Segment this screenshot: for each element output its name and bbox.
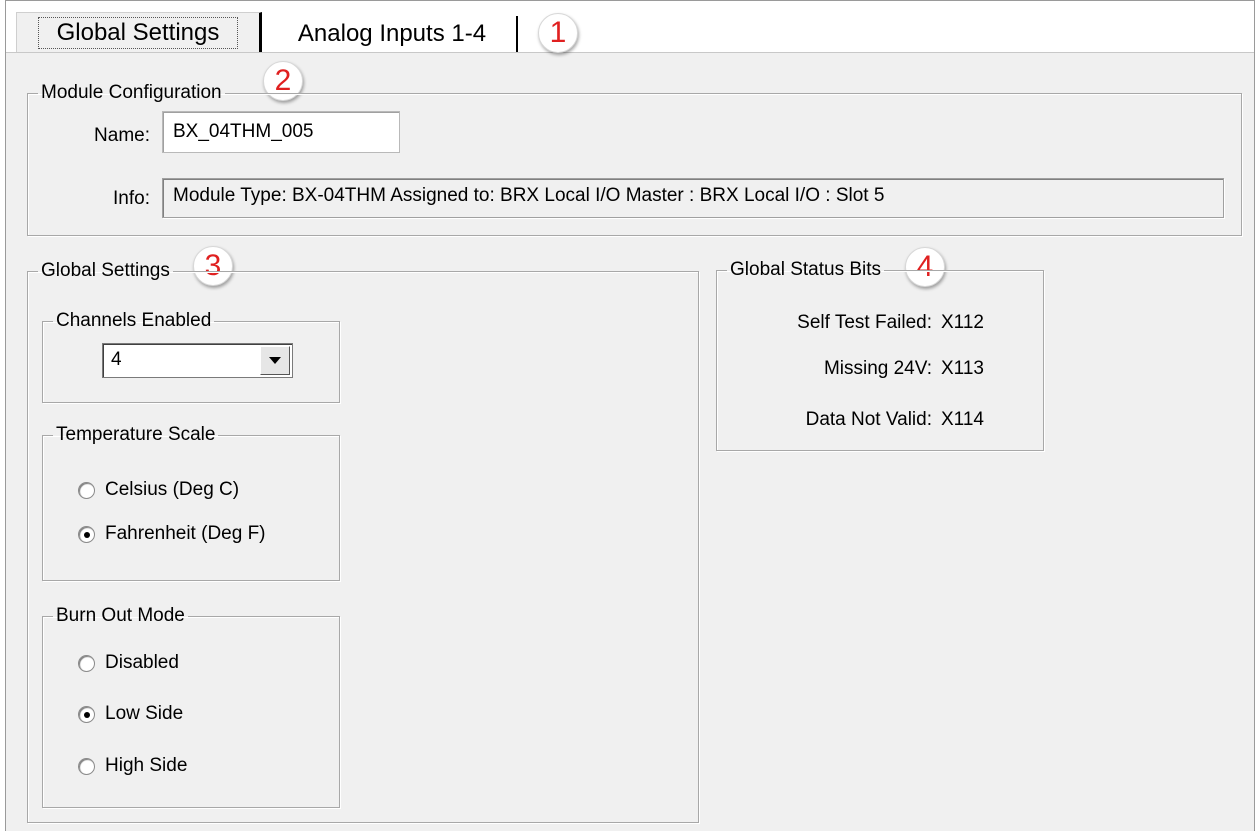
chevron-down-icon <box>269 356 281 364</box>
tab-analog-inputs[interactable]: Analog Inputs 1-4 <box>268 16 518 52</box>
radio-disabled[interactable]: Disabled <box>78 652 179 674</box>
radio-celsius[interactable]: Celsius (Deg C) <box>78 479 239 501</box>
status-label-data-not-valid: Data Not Valid: <box>805 409 932 430</box>
radio-low-side[interactable]: Low Side <box>78 703 183 725</box>
radio-high-side-label: High Side <box>105 755 188 776</box>
tab-global-settings-label: Global Settings <box>37 16 239 49</box>
status-value-self-test: X112 <box>941 312 984 333</box>
module-name-field[interactable]: BX_04THM_005 <box>162 111 400 153</box>
status-label-missing-24v: Missing 24V: <box>823 358 932 379</box>
radio-fahrenheit[interactable]: Fahrenheit (Deg F) <box>78 523 266 545</box>
radio-checked-icon <box>78 525 95 543</box>
global-status-bits-title: Global Status Bits <box>730 259 882 280</box>
radio-low-side-label: Low Side <box>105 703 184 724</box>
radio-fahrenheit-label: Fahrenheit (Deg F) <box>105 523 266 544</box>
temperature-scale-group: Temperature Scale <box>42 425 340 581</box>
tab-analog-inputs-label: Analog Inputs 1-4 <box>297 20 487 47</box>
radio-unchecked-icon <box>78 654 95 672</box>
channels-enabled-title: Channels Enabled <box>56 310 212 331</box>
radio-unchecked-icon <box>78 481 95 499</box>
status-value-missing-24v: X113 <box>941 358 984 379</box>
status-value-data-not-valid: X114 <box>941 409 984 430</box>
callout-badge-1: 1 <box>538 13 578 53</box>
radio-high-side[interactable]: High Side <box>78 755 187 777</box>
name-label: Name: <box>94 125 150 146</box>
tab-global-settings[interactable]: Global Settings <box>16 12 262 52</box>
radio-celsius-label: Celsius (Deg C) <box>105 479 240 500</box>
temperature-scale-title: Temperature Scale <box>56 424 216 445</box>
global-settings-title: Global Settings <box>41 260 170 281</box>
channels-enabled-dropdown[interactable]: 4 <box>102 343 293 378</box>
dropdown-arrow-button[interactable] <box>260 346 290 375</box>
radio-checked-icon <box>78 705 95 723</box>
module-info-field: Module Type: BX-04THM Assigned to: BRX L… <box>162 178 1224 218</box>
radio-disabled-label: Disabled <box>105 652 179 673</box>
info-label: Info: <box>113 188 150 209</box>
radio-unchecked-icon <box>78 757 95 775</box>
module-configuration-title: Module Configuration <box>41 82 222 103</box>
channels-enabled-value: 4 <box>111 349 122 370</box>
burn-out-mode-title: Burn Out Mode <box>56 605 185 626</box>
status-label-self-test: Self Test Failed: <box>797 312 932 333</box>
